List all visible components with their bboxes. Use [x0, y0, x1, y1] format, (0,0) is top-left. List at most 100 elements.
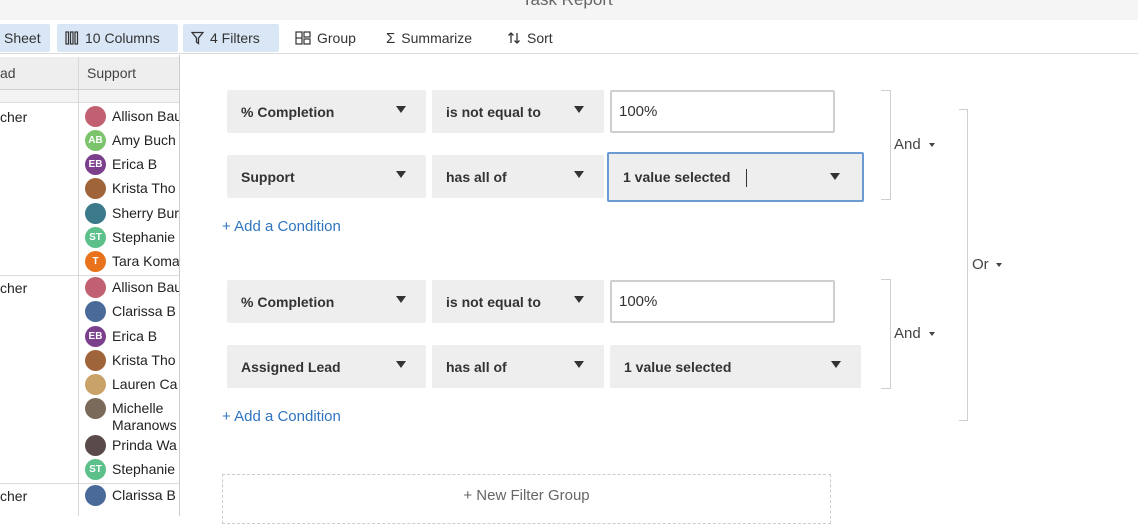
support-person[interactable]: Allison Bau: [85, 106, 180, 127]
value-input[interactable]: 100%: [610, 90, 835, 133]
columns-button[interactable]: 10 Columns: [57, 24, 178, 52]
value-input[interactable]: 100%: [610, 280, 835, 323]
avatar: ST: [85, 459, 106, 480]
dropdown-caret-icon: [830, 173, 840, 180]
value-multiselect[interactable]: 1 value selected: [607, 152, 864, 202]
filters-label: 4 Filters: [210, 30, 260, 46]
field-select-value: % Completion: [241, 293, 335, 310]
caret-down-icon: [928, 331, 935, 336]
support-person[interactable]: Sherry Bur: [85, 203, 179, 224]
person-name: Krista Tho: [112, 352, 176, 368]
dropdown-caret-icon: [831, 361, 841, 368]
support-person[interactable]: Lauren Ca: [85, 374, 179, 395]
columns-icon: [65, 31, 79, 45]
lead-cell[interactable]: cher: [0, 280, 27, 296]
columns-label: 10 Columns: [85, 30, 160, 46]
person-name: Erica B: [112, 328, 158, 344]
support-person[interactable]: Clarissa B: [85, 301, 179, 322]
dropdown-caret-icon: [396, 106, 406, 113]
filter-icon: [191, 31, 204, 45]
group-bracket: [881, 90, 891, 200]
person-name: Erica B: [112, 156, 158, 172]
person-name: Allison Bau: [112, 279, 180, 295]
operator-select[interactable]: is not equal to: [432, 280, 604, 323]
field-select[interactable]: % Completion: [227, 90, 426, 133]
dropdown-caret-icon: [574, 171, 584, 178]
support-person[interactable]: ST Stephanie: [85, 459, 179, 480]
value-input-text: 100%: [619, 103, 658, 120]
support-person[interactable]: Krista Tho: [85, 178, 179, 199]
support-person[interactable]: T Tara Koma: [85, 251, 179, 272]
support-person[interactable]: EB Erica B: [85, 326, 179, 347]
filters-button[interactable]: 4 Filters: [183, 24, 279, 52]
field-select[interactable]: Support: [227, 155, 426, 198]
value-multiselect-text: 1 value selected: [623, 169, 731, 185]
title-strip: Task Report: [0, 0, 1138, 20]
and-operator-label: And: [894, 325, 921, 342]
person-name: Allison Bau: [112, 108, 180, 124]
add-condition-link[interactable]: + Add a Condition: [222, 218, 341, 235]
value-multiselect[interactable]: 1 value selected: [610, 345, 861, 388]
report-title: Task Report: [522, 0, 613, 10]
sort-button[interactable]: Sort: [499, 24, 561, 52]
support-person[interactable]: Michelle Maranows: [85, 398, 179, 434]
header-subrow: [0, 90, 179, 103]
caret-down-icon: [928, 142, 935, 147]
support-person[interactable]: EB Erica B: [85, 154, 179, 175]
sigma-icon: Σ: [386, 29, 396, 47]
add-condition-link[interactable]: + Add a Condition: [222, 408, 341, 425]
and-operator-toggle[interactable]: And: [894, 136, 935, 153]
and-operator-toggle[interactable]: And: [894, 325, 935, 342]
avatar: EB: [85, 326, 106, 347]
avatar: [85, 203, 106, 224]
group-label: Group: [317, 30, 356, 46]
operator-select-value: is not equal to: [446, 103, 541, 120]
sheet-button[interactable]: Sheet: [0, 24, 50, 52]
dropdown-caret-icon: [574, 361, 584, 368]
support-person[interactable]: Prinda Wa: [85, 435, 179, 456]
value-input-text: 100%: [619, 293, 658, 310]
support-person[interactable]: Allison Bau: [85, 277, 180, 298]
person-name: Stephanie: [112, 229, 176, 245]
dropdown-caret-icon: [396, 296, 406, 303]
avatar: [85, 435, 106, 456]
outer-bracket: [959, 109, 968, 421]
row-divider: [0, 275, 179, 276]
summarize-button[interactable]: Σ Summarize: [378, 24, 480, 52]
sort-icon: [508, 32, 520, 44]
lead-cell[interactable]: cher: [0, 109, 27, 125]
avatar: EB: [85, 154, 106, 175]
group-button[interactable]: Group: [287, 24, 364, 52]
avatar: [85, 277, 106, 298]
operator-select[interactable]: has all of: [432, 345, 604, 388]
support-person[interactable]: Krista Tho: [85, 350, 179, 371]
column-header-lead[interactable]: ad: [0, 57, 78, 90]
operator-select[interactable]: has all of: [432, 155, 604, 198]
summarize-label: Summarize: [401, 30, 473, 46]
caret-down-icon: [995, 262, 1002, 267]
avatar: [85, 485, 106, 506]
field-select-value: Assigned Lead: [241, 358, 341, 375]
group-icon: [295, 31, 311, 45]
or-operator-toggle[interactable]: Or: [972, 256, 1002, 273]
operator-select-value: has all of: [446, 358, 507, 375]
support-person[interactable]: ST Stephanie: [85, 227, 179, 248]
new-filter-group-label: + New Filter Group: [463, 486, 590, 504]
operator-select[interactable]: is not equal to: [432, 90, 604, 133]
avatar: [85, 106, 106, 127]
person-name: Stephanie: [112, 461, 176, 477]
person-name: Michelle Maranows: [112, 400, 177, 433]
support-person[interactable]: AB Amy Buch: [85, 130, 179, 151]
field-select[interactable]: % Completion: [227, 280, 426, 323]
column-header-support[interactable]: Support: [79, 57, 179, 90]
support-person[interactable]: Clarissa B: [85, 485, 179, 506]
field-select-value: Support: [241, 168, 295, 185]
dropdown-caret-icon: [574, 106, 584, 113]
sort-label: Sort: [527, 30, 553, 46]
lead-cell[interactable]: cher: [0, 488, 27, 504]
field-select[interactable]: Assigned Lead: [227, 345, 426, 388]
avatar: T: [85, 251, 106, 272]
column-header-lead-label: ad: [0, 65, 16, 81]
new-filter-group-button[interactable]: + New Filter Group: [222, 474, 831, 524]
text-cursor: [746, 169, 747, 187]
